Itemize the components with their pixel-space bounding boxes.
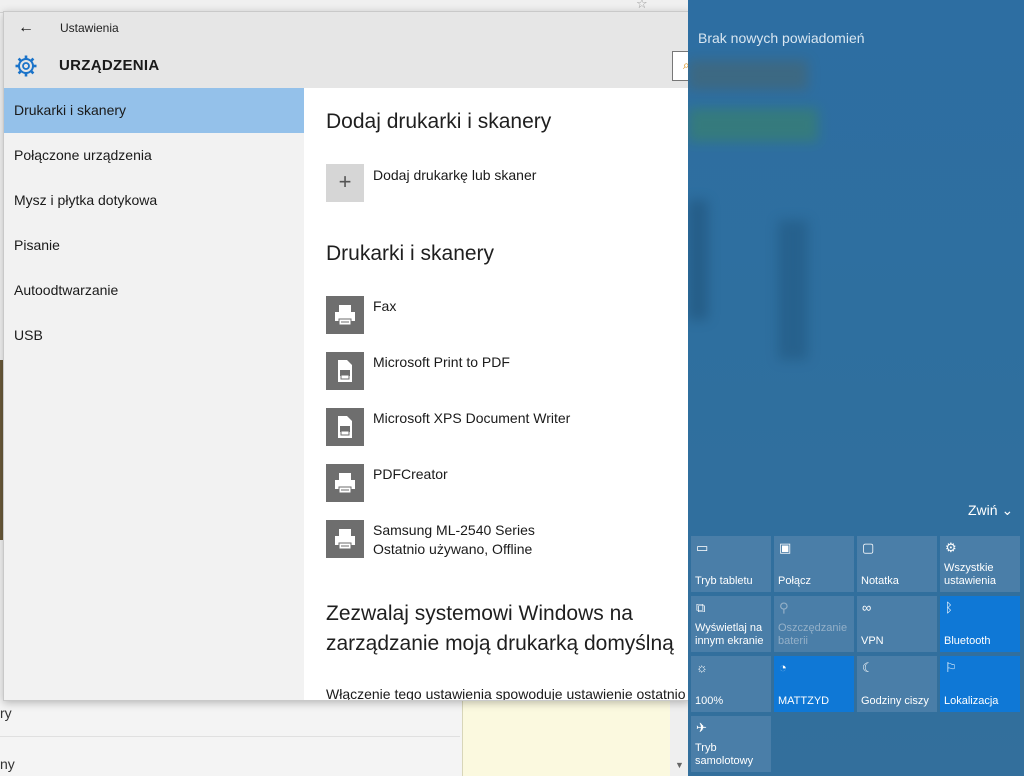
- window-title: Ustawienia: [60, 21, 119, 35]
- quick-action-connect[interactable]: ▣ Połącz: [774, 536, 854, 592]
- quick-action-label: Tryb samolotowy: [695, 742, 754, 767]
- default-heading-line: Zezwalaj systemowi Windows na: [326, 602, 633, 625]
- quick-action-airplane-mode[interactable]: ✈ Tryb samolotowy: [691, 716, 771, 772]
- no-notifications-text: Brak nowych powiadomień: [698, 30, 865, 46]
- printer-item-xps-writer[interactable]: Microsoft XPS Document Writer: [326, 408, 570, 464]
- location-icon: ⚐: [945, 660, 957, 675]
- main-content: Dodaj drukarki i skanery + Dodaj drukark…: [304, 88, 689, 700]
- blurred-background: [688, 200, 708, 320]
- default-printer-heading: Zezwalaj systemowi Windows na zarządzani…: [326, 599, 674, 659]
- wifi-icon: ◔: [779, 660, 787, 675]
- quick-action-location[interactable]: ⚐ Lokalizacja: [940, 656, 1020, 712]
- project-icon: ⧉: [696, 600, 706, 615]
- printer-list: Fax Microsoft Print to PDF Microsoft XPS…: [326, 296, 570, 576]
- page-title: URZĄDZENIA: [59, 57, 160, 74]
- quick-action-all-settings[interactable]: ⚙ Wszystkie ustawienia: [940, 536, 1020, 592]
- quick-action-label: Połącz: [778, 575, 812, 587]
- add-printers-heading: Dodaj drukarki i skanery: [326, 110, 552, 133]
- quick-action-label: MATTZYD: [778, 695, 830, 707]
- quick-action-label: Bluetooth: [944, 635, 991, 647]
- sidebar-item-typing[interactable]: Pisanie: [4, 223, 304, 268]
- note-icon: ▢: [862, 540, 875, 555]
- background-text: ry: [0, 705, 12, 721]
- settings-icon: ⚙: [945, 540, 957, 555]
- connect-icon: ▣: [779, 540, 792, 555]
- tablet-mode-icon: ▭: [696, 540, 709, 555]
- sidebar-item-connected-devices[interactable]: Połączone urządzenia: [4, 133, 304, 178]
- quick-action-label: 100%: [695, 695, 724, 707]
- background-text: ny: [0, 756, 15, 772]
- document-printer-icon: [326, 352, 364, 390]
- printer-item-samsung[interactable]: Samsung ML-2540 Series Ostatnio używano,…: [326, 520, 570, 576]
- vpn-icon: ∞: [862, 600, 872, 615]
- settings-window: ← Ustawienia URZĄDZENIA ⌕ Drukarki i ska…: [3, 11, 690, 701]
- quick-action-label: Lokalizacja: [944, 695, 999, 707]
- printer-item-pdfcreator[interactable]: PDFCreator: [326, 464, 570, 520]
- blurred-background: [778, 220, 808, 360]
- document-printer-icon: [326, 408, 364, 446]
- default-printer-description: Włączenie tego ustawienia spowoduje usta…: [326, 686, 686, 700]
- printer-name: Microsoft Print to PDF: [373, 354, 510, 370]
- quick-action-label: Wyświetlaj na innym ekranie: [695, 622, 764, 647]
- action-center: Brak nowych powiadomień Zwiń ⌄ ▭ Tryb ta…: [688, 0, 1024, 776]
- quick-action-battery-saver[interactable]: ⚲ Oszczędzanie baterii: [774, 596, 854, 652]
- printer-name: Samsung ML-2540 Series: [373, 522, 535, 538]
- quick-action-bluetooth[interactable]: ᛒ Bluetooth: [940, 596, 1020, 652]
- printer-icon: [326, 296, 364, 334]
- airplane-icon: ✈: [696, 720, 707, 735]
- quick-action-note[interactable]: ▢ Notatka: [857, 536, 937, 592]
- quick-action-vpn[interactable]: ∞ VPN: [857, 596, 937, 652]
- bluetooth-icon: ᛒ: [945, 600, 953, 615]
- title-bar: ← Ustawienia: [4, 12, 689, 44]
- add-printer-label: Dodaj drukarkę lub skaner: [373, 167, 537, 183]
- blurred-background: [688, 60, 808, 90]
- printer-item-fax[interactable]: Fax: [326, 296, 570, 352]
- quick-action-tablet-mode[interactable]: ▭ Tryb tabletu: [691, 536, 771, 592]
- printer-item-print-to-pdf[interactable]: Microsoft Print to PDF: [326, 352, 570, 408]
- quick-action-label: Tryb tabletu: [695, 575, 753, 587]
- printer-name: Microsoft XPS Document Writer: [373, 410, 571, 426]
- printer-icon: [326, 464, 364, 502]
- background-divider: [0, 706, 460, 737]
- background-panel: [462, 700, 671, 776]
- collapse-button[interactable]: Zwiń ⌄: [968, 502, 1013, 519]
- sidebar-item-printers[interactable]: Drukarki i skanery: [4, 88, 304, 133]
- quick-action-label: Notatka: [861, 575, 899, 587]
- chevron-down-icon: ⌄: [1001, 502, 1014, 518]
- sidebar-item-autoplay[interactable]: Autoodtwarzanie: [4, 268, 304, 313]
- back-arrow-icon[interactable]: ←: [16, 18, 36, 38]
- printers-heading: Drukarki i skanery: [326, 242, 495, 265]
- quick-action-brightness[interactable]: ☼ 100%: [691, 656, 771, 712]
- sidebar-item-mouse-touchpad[interactable]: Mysz i płytka dotykowa: [4, 178, 304, 223]
- plus-icon: +: [326, 164, 364, 202]
- printer-name: PDFCreator: [373, 466, 448, 482]
- brightness-icon: ☼: [696, 660, 708, 675]
- printer-status: Ostatnio używano, Offline: [373, 541, 533, 557]
- quiet-hours-icon: ☾: [862, 660, 874, 675]
- quick-action-label: Wszystkie ustawienia: [944, 562, 996, 587]
- sidebar-item-usb[interactable]: USB: [4, 313, 304, 358]
- battery-saver-icon: ⚲: [779, 600, 789, 615]
- blurred-background: [688, 108, 818, 142]
- sidebar: Drukarki i skanery Połączone urządzenia …: [4, 88, 304, 700]
- quick-action-label: VPN: [861, 635, 884, 647]
- quick-action-label: Oszczędzanie baterii: [778, 622, 848, 647]
- gear-icon: [15, 55, 37, 77]
- add-printer-button[interactable]: + Dodaj drukarkę lub skaner: [326, 164, 536, 202]
- printer-name: Fax: [373, 298, 397, 314]
- default-heading-line: zarządzanie moją drukarką domyślną: [326, 632, 674, 655]
- quick-action-quiet-hours[interactable]: ☾ Godziny ciszy: [857, 656, 937, 712]
- collapse-label: Zwiń: [968, 502, 998, 518]
- quick-action-label: Godziny ciszy: [861, 695, 929, 707]
- quick-action-wifi[interactable]: ◔ MATTZYD: [774, 656, 854, 712]
- quick-action-project[interactable]: ⧉ Wyświetlaj na innym ekranie: [691, 596, 771, 652]
- printer-icon: [326, 520, 364, 558]
- page-header: URZĄDZENIA ⌕: [4, 44, 689, 88]
- scroll-down-arrow-icon[interactable]: ▼: [675, 760, 684, 770]
